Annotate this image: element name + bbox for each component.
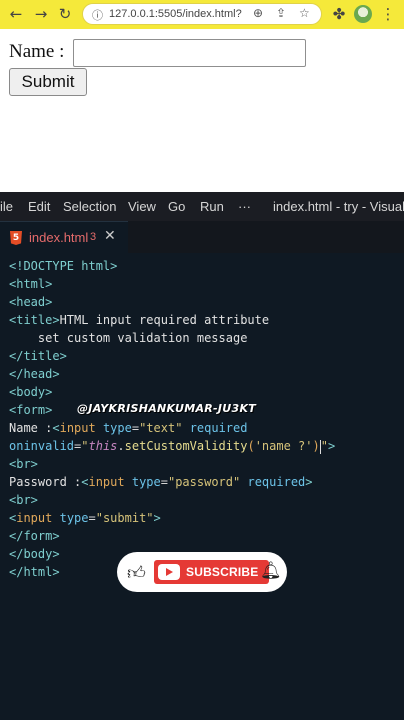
code-line: Password :<input type="password" require… [9,475,313,489]
close-icon[interactable]: ✕ [104,228,116,244]
code-line: <body> [9,385,53,399]
zoom-icon[interactable]: ⊕ [253,6,263,20]
url-text[interactable]: 127.0.0.1:5505/index.html? [109,8,242,20]
html5-icon: 5 [10,231,22,245]
problem-count: 3 [90,231,97,243]
address-bar[interactable]: ⓘ 127.0.0.1:5505/index.html? ⊕ ⇪ ☆ [82,3,322,25]
menu-view[interactable]: View [128,199,156,214]
back-arrow-icon[interactable]: ← [6,4,26,24]
name-input[interactable] [73,39,306,67]
channel-watermark: @JAYKRISHANKUMAR-JU3KT [77,402,257,415]
menu-selection[interactable]: Selection [63,199,116,214]
menu-dots-icon[interactable]: ⋮ [378,4,398,24]
code-line: <head> [9,295,53,309]
menu-go[interactable]: Go [168,199,185,214]
extensions-icon[interactable]: ✤ [329,4,349,24]
code-line: <title>HTML input required attribute [9,313,270,327]
reload-icon[interactable]: ↻ [55,4,75,24]
code-line: </html> [9,565,60,579]
star-icon[interactable]: ☆ [299,6,310,20]
menu-file[interactable]: ile [0,199,13,214]
share-icon[interactable]: ⇪ [276,6,286,20]
menu-bar: ile Edit Selection View Go Run ··· index… [0,192,404,221]
code-line: </body> [9,547,60,561]
avatar[interactable] [354,5,372,23]
code-line: Name :<input type="text" required [9,421,248,435]
tab-bar: 5 index.html 3 ✕ [0,221,404,253]
subscribe-widget: 👍︎ SUBSCRIBE 🔔︎ [117,552,287,592]
code-line: </head> [9,367,60,381]
menu-edit[interactable]: Edit [28,199,50,214]
browser-toolbar: ← → ↻ ⓘ 127.0.0.1:5505/index.html? ⊕ ⇪ ☆… [0,0,404,29]
code-line: oninvalid="this.setCustomValidity('name … [9,439,336,454]
code-line: </title> [9,349,67,363]
window-title: index.html - try - Visual St [273,199,404,214]
code-editor: ile Edit Selection View Go Run ··· index… [0,192,404,720]
code-line: <html> [9,277,53,291]
tab-index-html[interactable]: 5 index.html 3 ✕ [0,221,128,253]
code-line: <form> [9,403,53,417]
code-line: </form> [9,529,60,543]
lock-icon[interactable]: ⓘ [92,7,103,23]
rendered-page: Name : Submit [0,29,404,192]
bell-icon[interactable]: 🔔︎ [260,561,282,581]
name-label: Name : [9,41,65,62]
code-line: <!DOCTYPE html> [9,259,118,273]
forward-arrow-icon[interactable]: → [31,4,51,24]
code-line: <input type="submit"> [9,511,161,525]
menu-run[interactable]: Run [200,199,224,214]
subscribe-button[interactable]: SUBSCRIBE [154,560,269,584]
tab-label: index.html [29,230,89,245]
submit-button[interactable]: Submit [9,68,87,96]
youtube-logo-icon [158,564,180,580]
thumbs-up-icon[interactable]: 👍︎ [127,562,146,584]
code-line: <br> [9,493,38,507]
subscribe-label: SUBSCRIBE [186,565,259,579]
menu-more[interactable]: ··· [238,199,251,214]
code-line: set custom validation message [9,331,248,345]
code-line: <br> [9,457,38,471]
